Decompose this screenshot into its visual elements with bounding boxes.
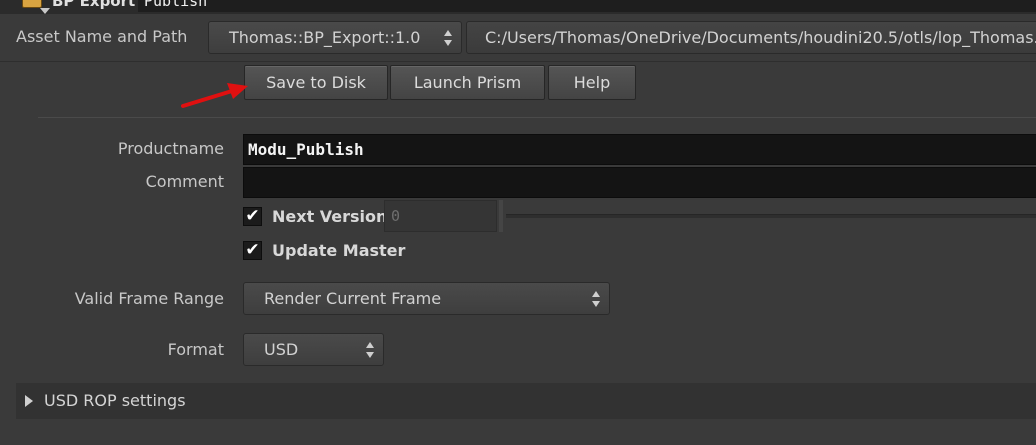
updown-arrows-icon	[592, 290, 601, 307]
comment-label: Comment	[145, 172, 224, 191]
asset-name-dropdown[interactable]: Thomas::BP_Export::1.0	[208, 21, 462, 54]
node-name-field[interactable]: Publish	[138, 0, 1036, 12]
red-arrow-annotation	[181, 83, 248, 108]
divider	[38, 117, 1036, 118]
expand-triangle-icon[interactable]	[25, 395, 33, 407]
next-version-number-field[interactable]: 0	[384, 200, 497, 232]
format-value: USD	[264, 340, 299, 359]
frame-range-value: Render Current Frame	[264, 289, 442, 308]
productname-input[interactable]: Modu_Publish	[243, 134, 1036, 165]
help-button[interactable]: Help	[548, 65, 636, 100]
productname-label: Productname	[117, 139, 224, 158]
next-version-slider[interactable]	[506, 214, 1036, 218]
asset-name-value: Thomas::BP_Export::1.0	[229, 28, 421, 47]
frame-range-dropdown[interactable]: Render Current Frame	[243, 282, 610, 315]
format-dropdown[interactable]: USD	[243, 333, 384, 366]
format-label: Format	[167, 340, 224, 359]
slider-handle[interactable]	[499, 200, 503, 232]
updown-arrows-icon	[444, 29, 453, 46]
launch-prism-button[interactable]: Launch Prism	[390, 65, 545, 100]
next-version-label: Next Version	[272, 207, 388, 226]
updown-arrows-icon	[366, 341, 375, 358]
save-to-disk-button[interactable]: Save to Disk	[244, 65, 388, 100]
update-master-label: Update Master	[272, 241, 406, 260]
usd-rop-settings-label[interactable]: USD ROP settings	[44, 391, 186, 410]
comment-input[interactable]	[243, 167, 1036, 198]
update-master-checkbox[interactable]: ✔	[243, 241, 262, 260]
node-header: BP Export Publish	[0, 0, 1036, 14]
node-type-label: BP Export	[52, 0, 136, 10]
next-version-checkbox[interactable]: ✔	[243, 207, 262, 226]
frame-range-label: Valid Frame Range	[74, 289, 224, 308]
asset-path-field[interactable]: C:/Users/Thomas/OneDrive/Documents/houdi…	[466, 21, 1036, 54]
folder-icon	[22, 0, 42, 8]
asset-name-label: Asset Name and Path	[16, 27, 188, 46]
